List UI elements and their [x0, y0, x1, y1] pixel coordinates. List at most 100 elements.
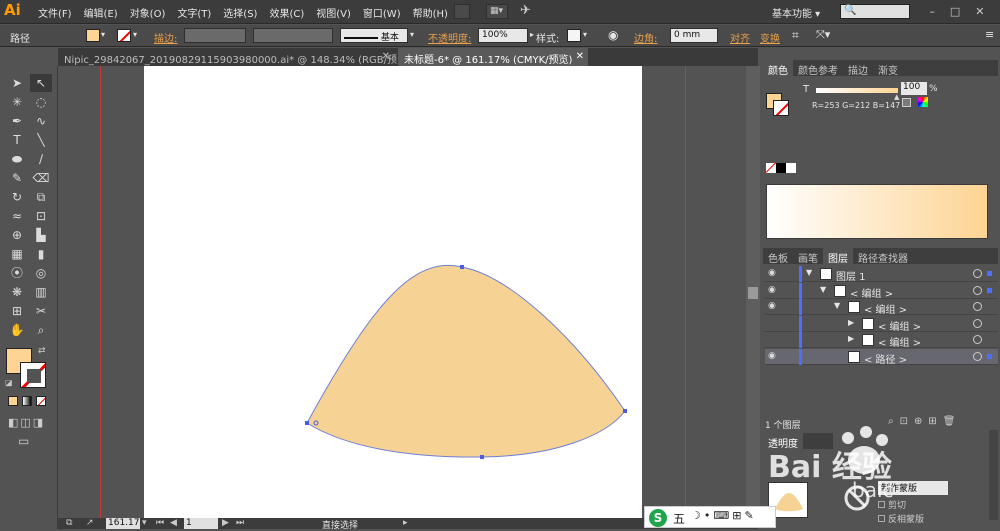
brush-definition[interactable]: 基本 [340, 28, 408, 43]
expand-toggle-icon[interactable]: ▶ [848, 318, 854, 327]
type-tool-icon[interactable]: T [6, 131, 28, 149]
gradient-mode-icon[interactable] [22, 396, 32, 406]
black-swatch[interactable] [776, 163, 786, 173]
selection-indicator[interactable] [987, 287, 992, 293]
layer-name[interactable]: < 编组 > [864, 301, 907, 316]
menu-edit[interactable]: 编辑(E) [84, 5, 118, 20]
first-artboard-icon[interactable]: ⏮ [156, 518, 164, 528]
visibility-eye-icon[interactable]: ◉ [768, 351, 776, 361]
next-artboard-icon[interactable]: ▶ [222, 518, 229, 528]
ime-tool-icons[interactable]: ☽•⌨⊞✎ [691, 509, 757, 522]
variable-width-profile[interactable] [253, 28, 333, 43]
magic-wand-tool-icon[interactable]: ✳ [6, 93, 28, 111]
stroke-color-box[interactable] [20, 362, 46, 388]
opacity-field[interactable]: 100% [478, 28, 528, 43]
recolor-icon[interactable]: ◉ [608, 28, 618, 42]
transform-each-icon[interactable]: ⤧▾ [816, 28, 830, 42]
search-input[interactable]: 🔍 [840, 4, 910, 19]
lasso-tool-icon[interactable]: ◌ [30, 93, 52, 111]
slice-tool-icon[interactable]: ✂ [30, 302, 52, 320]
pencil-tool-icon[interactable]: ✎ [6, 169, 28, 187]
perspective-grid-tool-icon[interactable]: ▙ [30, 226, 52, 244]
symbol-sprayer-tool-icon[interactable]: ❋ [6, 283, 28, 301]
layer-row[interactable]: ◉ ▼ < 编组 > [765, 299, 998, 316]
artboard-number-field[interactable]: 1 [184, 518, 218, 529]
pen-tool-icon[interactable]: ✒ [6, 112, 28, 130]
menu-help[interactable]: 帮助(H) [413, 5, 448, 20]
layer-name[interactable]: < 路径 > [864, 351, 907, 366]
eyedropper-tool-icon[interactable]: ⦿ [6, 264, 28, 282]
last-artboard-icon[interactable]: ⏭ [236, 518, 244, 528]
scale-tool-icon[interactable]: ⧉ [30, 188, 52, 206]
shape-builder-tool-icon[interactable]: ⊕ [6, 226, 28, 244]
gpu-icon[interactable]: ✈ [520, 3, 531, 18]
tab-pathfinder[interactable]: 路径查找器 [853, 248, 913, 265]
swap-fill-stroke-icon[interactable]: ⇄ [38, 346, 46, 356]
scrollbar-thumb[interactable] [748, 287, 758, 299]
transform-link[interactable]: 变换 [760, 30, 780, 45]
workspace-switcher[interactable]: 基本功能 ▾ [772, 5, 820, 20]
zoom-dropdown-icon[interactable]: ▾ [142, 518, 147, 528]
artboard-tool-icon[interactable]: ⊞ [6, 302, 28, 320]
stroke-weight-field[interactable] [184, 28, 246, 43]
menu-effect[interactable]: 效果(C) [269, 5, 304, 20]
direct-selection-tool-icon[interactable]: ↖ [30, 74, 52, 92]
out-of-web-icon[interactable] [902, 98, 911, 107]
layer-row[interactable]: ▶ < 编组 > [765, 315, 998, 333]
selected-path[interactable] [306, 265, 626, 458]
menu-select[interactable]: 选择(S) [223, 5, 257, 20]
tab-layers[interactable]: 图层 [823, 248, 853, 265]
color-mode-icon[interactable] [8, 396, 18, 406]
minimize-icon[interactable]: – [929, 5, 935, 18]
curvature-tool-icon[interactable]: ∿ [30, 112, 52, 130]
mesh-tool-icon[interactable]: ▦ [6, 245, 28, 263]
column-graph-tool-icon[interactable]: ▥ [30, 283, 52, 301]
selection-indicator[interactable] [987, 304, 992, 309]
eraser-tool-icon[interactable]: ⌫ [30, 169, 52, 187]
layer-row[interactable]: ▶ < 编组 > [765, 332, 998, 349]
maximize-icon[interactable]: □ [950, 5, 960, 18]
menu-file[interactable]: 文件(F) [38, 5, 72, 20]
expand-toggle-icon[interactable]: ▼ [834, 301, 840, 310]
tab-document-2[interactable]: 未标题-6* @ 161.17% (CMYK/预览) ✕ [398, 48, 588, 66]
corner-label[interactable]: 边角: [634, 30, 657, 45]
paintbrush-tool-icon[interactable]: ∕ [30, 150, 52, 168]
target-circle-icon[interactable] [973, 318, 982, 328]
none-mode-icon[interactable] [36, 396, 46, 406]
expand-toggle-icon[interactable]: ▶ [848, 334, 854, 343]
line-tool-icon[interactable]: ╲ [30, 131, 52, 149]
warp-tool-icon[interactable]: ≈ [6, 207, 28, 225]
layer-row[interactable]: ◉ ▼ < 编组 > [765, 282, 998, 300]
selection-indicator[interactable] [987, 353, 992, 359]
panel-menu-icon[interactable]: ≡ [985, 28, 994, 41]
opacity-arrow-icon[interactable]: ▸ [530, 30, 534, 39]
white-swatch[interactable] [786, 163, 796, 173]
tab-gradient[interactable]: 渐变 [873, 60, 903, 77]
spectrum-mode-icon[interactable] [918, 97, 928, 107]
brush-dropdown-icon[interactable]: ▾ [410, 30, 414, 39]
free-transform-tool-icon[interactable]: ⊡ [30, 207, 52, 225]
isolate-icon[interactable]: ⌗ [792, 28, 799, 43]
menu-type[interactable]: 文字(T) [177, 5, 211, 20]
tab-close-icon[interactable]: ✕ [576, 51, 584, 62]
rotate-tool-icon[interactable]: ↻ [6, 188, 28, 206]
anchor-point-left[interactable] [305, 421, 309, 425]
tab-color-guide[interactable]: 颜色参考 [793, 60, 843, 77]
sogou-ime-icon[interactable]: S [649, 509, 667, 527]
anchor-point-right[interactable] [623, 409, 627, 413]
corner-field[interactable]: 0 mm [670, 28, 718, 43]
color-spectrum-bar[interactable] [766, 184, 988, 239]
target-circle-icon[interactable] [973, 269, 982, 278]
stroke-dropdown-icon[interactable]: ▾ [133, 30, 137, 39]
anchor-point-top[interactable] [460, 265, 464, 269]
selection-indicator[interactable] [987, 321, 992, 326]
tab-brushes[interactable]: 画笔 [793, 248, 823, 265]
target-circle-icon[interactable] [973, 351, 982, 361]
bridge-button[interactable] [454, 4, 470, 19]
expand-toggle-icon[interactable]: ▼ [820, 285, 826, 294]
selection-indicator[interactable] [987, 337, 992, 342]
layer-row[interactable]: ◉ ▼ 图层 1 [765, 266, 998, 283]
fill-swatch[interactable] [86, 29, 100, 42]
opacity-label[interactable]: 不透明度: [428, 30, 471, 45]
color-stroke-swatch[interactable] [773, 100, 789, 116]
